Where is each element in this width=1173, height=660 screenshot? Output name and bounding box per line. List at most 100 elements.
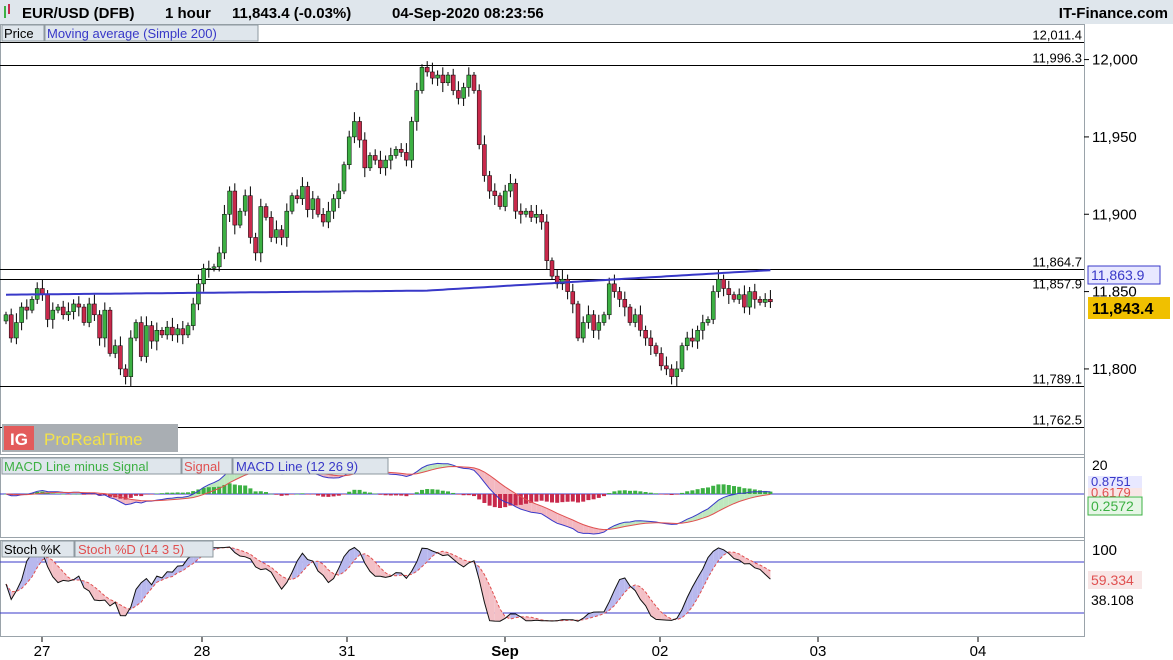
candle-4 — [24, 299, 30, 320]
candle-117 — [612, 274, 617, 298]
macd-hist-bar-78 — [409, 494, 414, 495]
candle-63 — [331, 194, 336, 219]
stoch-fill-seg-80 — [422, 548, 428, 567]
legend-macd-line: MACD Line (12 26 9) — [236, 459, 358, 474]
candle-145 — [757, 296, 763, 306]
price-tick-label-1: 11,950 — [1092, 129, 1137, 146]
stoch-fill-seg-125 — [656, 606, 662, 620]
macd-hist-bar-127 — [664, 494, 669, 495]
price-panel-frame — [0, 24, 1085, 455]
quote-datetime: 04-Sep-2020 08:23:56 — [392, 5, 544, 22]
macd-value-badges: 0.8751 0.6179 0.2572 — [1087, 474, 1143, 516]
hline-label-2: 11,864.7 — [1032, 255, 1082, 270]
candle-39 — [206, 260, 212, 278]
candle-131 — [684, 331, 690, 351]
macd-hist-bar-137 — [716, 484, 721, 494]
candle-38 — [201, 263, 206, 292]
hline-label-3: 11,857.9 — [1032, 277, 1082, 292]
candle-10 — [55, 303, 61, 314]
candle-70 — [367, 152, 373, 171]
candle-54 — [284, 203, 290, 247]
macd-hist-bar-125 — [654, 493, 658, 494]
candle-8 — [45, 290, 50, 328]
candle-113 — [591, 310, 596, 338]
candle-102 — [534, 204, 539, 224]
macd-hist-bar-43 — [227, 483, 232, 494]
candle-29 — [154, 322, 160, 351]
candle-121 — [632, 308, 638, 328]
watermark-text: ProRealTime — [44, 430, 143, 449]
candle-141 — [736, 288, 742, 304]
macd-hist-bar-122 — [638, 491, 643, 494]
macd-hist-bar-114 — [596, 494, 601, 498]
stoch-axis-top: 100 — [1092, 542, 1117, 559]
macd-hist-bar-65 — [342, 494, 346, 495]
x-tick-label-1: 28 — [194, 643, 211, 660]
candle-59 — [310, 191, 316, 219]
macd-hist-bar-73 — [383, 494, 388, 496]
ma-value-badge: 11,863.9 — [1087, 265, 1161, 285]
macd-hist-bar-121 — [633, 490, 638, 494]
x-tick-label-5: 03 — [810, 643, 827, 660]
candle-61 — [320, 208, 326, 227]
macd-hist-bar-126 — [659, 494, 664, 495]
candle-124 — [648, 330, 654, 356]
candle-147 — [768, 290, 773, 308]
macd-hist-bar-133 — [695, 489, 700, 494]
macd-hist-bar-106 — [555, 494, 560, 503]
candle-76 — [398, 143, 404, 158]
macd-hist-bar-118 — [617, 490, 622, 494]
macd-hist-bar-109 — [570, 494, 575, 502]
stoch-fill-seg-71 — [375, 562, 381, 577]
macd-hist-bar-77 — [404, 494, 409, 497]
candle-36 — [190, 297, 196, 331]
macd-hist-bar-29 — [154, 493, 159, 494]
macd-hist-bar-113 — [591, 494, 596, 500]
candle-68 — [357, 116, 362, 148]
macd-hist-bar-49 — [258, 491, 263, 494]
candle-115 — [601, 311, 607, 326]
macd-hist-bar-115 — [602, 494, 606, 497]
candle-72 — [378, 150, 383, 175]
macd-hist-bar-89 — [466, 494, 471, 496]
macd-hist-bar-90 — [472, 494, 476, 497]
candle-125 — [653, 342, 659, 357]
candle-33 — [175, 324, 180, 343]
stoch-fill-seg-52 — [276, 571, 282, 590]
macd-hist-bar-31 — [165, 492, 170, 494]
macd-hist-bar-130 — [680, 492, 684, 494]
candle-77 — [404, 143, 409, 167]
macd-hist-bar-46 — [243, 485, 248, 494]
stoch-fill-seg-10 — [58, 566, 64, 583]
macd-hist-bar-26 — [139, 494, 144, 497]
candle-127 — [664, 356, 669, 376]
macd-hist-bar-61 — [321, 494, 326, 497]
candle-95 — [497, 192, 503, 210]
price-axis-ticks: 12,00011,95011,90011,85011,800 — [1084, 52, 1138, 378]
candle-114 — [596, 314, 602, 340]
macd-hist-bar-27 — [144, 494, 149, 495]
candle-34 — [180, 320, 186, 345]
candle-144 — [752, 283, 758, 309]
x-axis: 27 28 31 Sep 02 03 04 — [34, 637, 986, 660]
candle-84 — [440, 67, 446, 93]
candle-16 — [86, 297, 92, 328]
candle-35 — [185, 322, 191, 338]
macd-hist-bar-138 — [721, 484, 726, 494]
candle-128 — [669, 364, 674, 385]
macd-hist-bar-132 — [690, 490, 695, 494]
candle-107 — [560, 269, 565, 291]
candle-42 — [222, 204, 227, 260]
chart-canvas[interactable]: EUR/USD (DFB) 1 hour 11,843.4 (-0.03%) 0… — [0, 0, 1173, 660]
macd-hist-bar-45 — [238, 485, 242, 494]
macd-hist-bar-9 — [50, 493, 55, 494]
candle-41 — [216, 246, 222, 272]
legend-stoch-d: Stoch %D (14 3 5) — [78, 542, 184, 557]
macd-hist-bar-75 — [394, 494, 398, 496]
macd-hist-bar-58 — [305, 494, 310, 495]
candle-45 — [237, 208, 243, 229]
macd-hist-bar-143 — [747, 488, 752, 494]
candle-55 — [289, 192, 295, 215]
macd-hist-bar-54 — [284, 494, 289, 496]
candle-126 — [658, 347, 664, 371]
